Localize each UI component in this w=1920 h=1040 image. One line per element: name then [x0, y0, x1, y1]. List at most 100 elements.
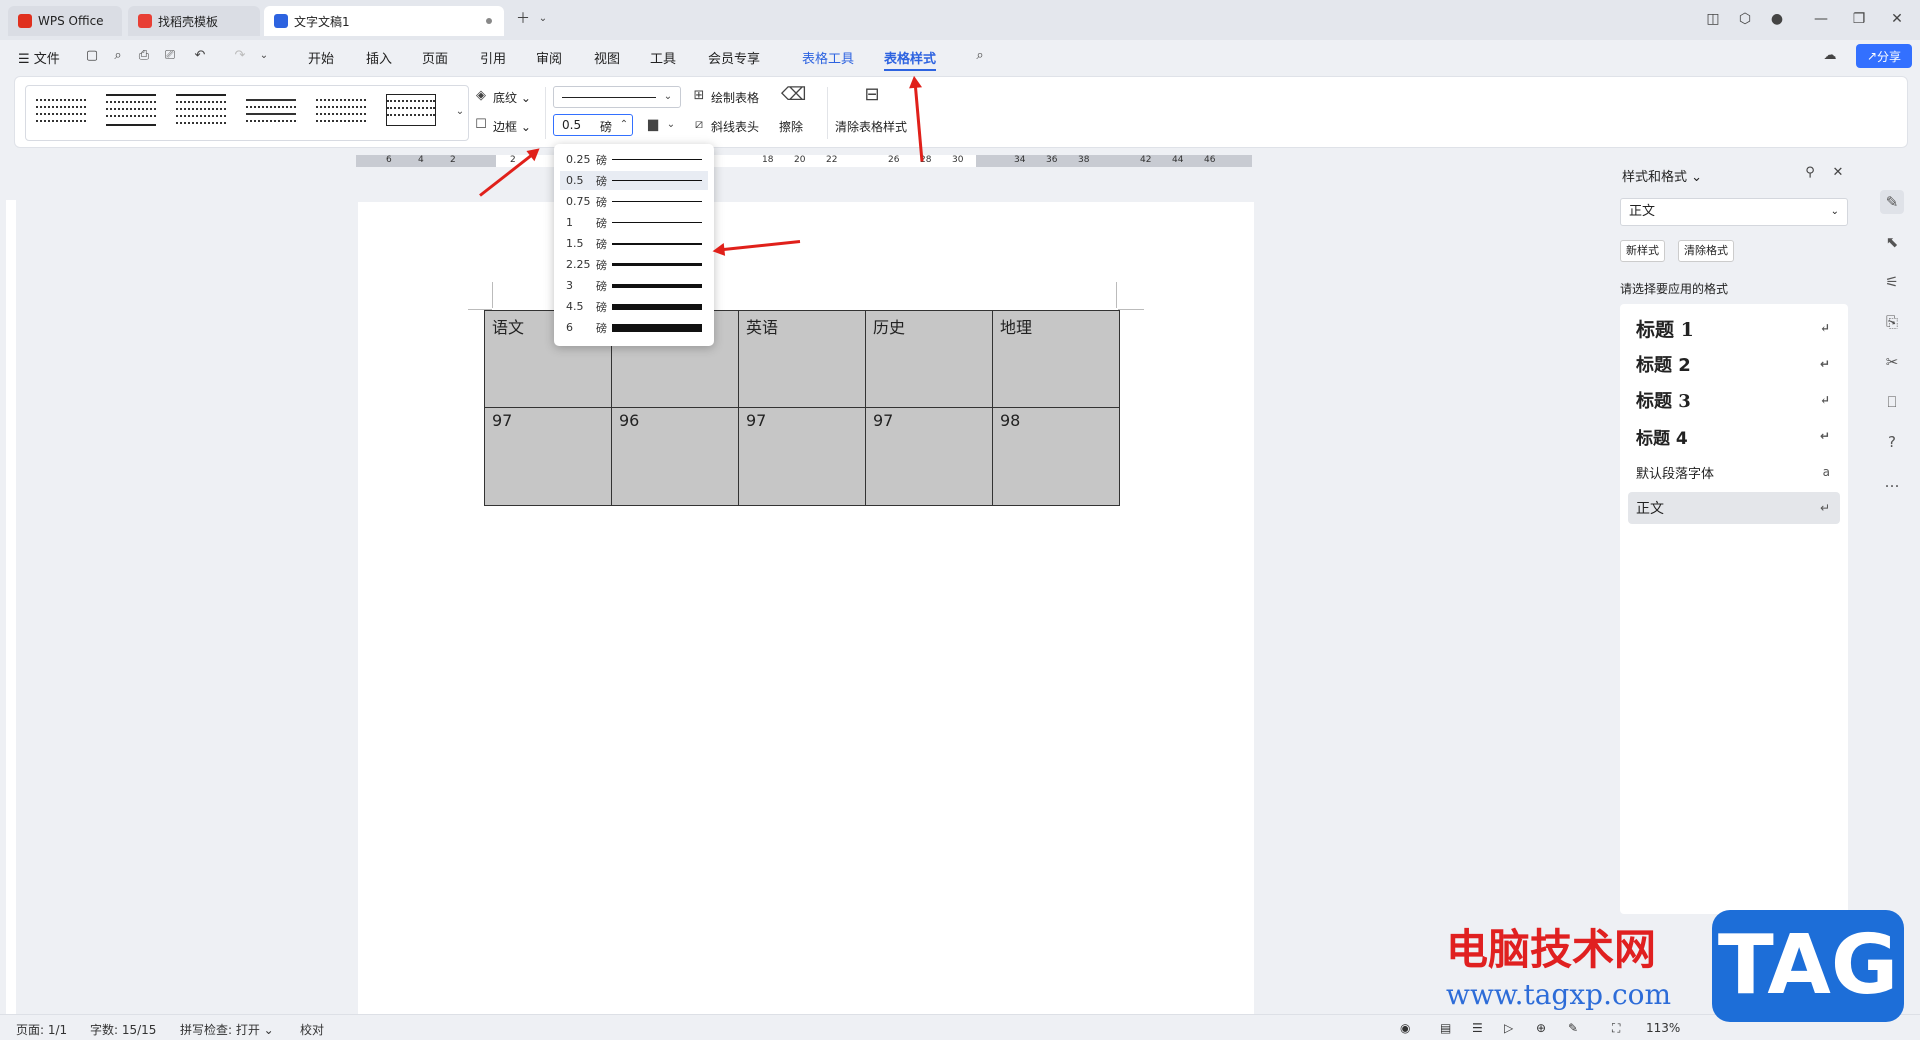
new-style-button[interactable]: 新样式	[1620, 240, 1665, 262]
search-icon[interactable]: ⌕	[972, 48, 988, 64]
close-window-icon[interactable]: ✕	[1888, 10, 1906, 28]
tools-icon[interactable]: ✂	[1880, 350, 1904, 374]
line-width-option[interactable]: 0.75 磅	[560, 192, 708, 211]
book-icon[interactable]: ⎕	[1880, 390, 1904, 414]
file-menu[interactable]: ☰ 文件	[18, 48, 60, 67]
avatar[interactable]: ●	[1768, 10, 1786, 28]
restore-icon[interactable]: ❐	[1850, 10, 1868, 28]
border-color-icon[interactable]: ▆	[645, 117, 661, 133]
table-style-gallery[interactable]: ⌄	[25, 85, 469, 141]
page-view-icon[interactable]: ▤	[1440, 1021, 1451, 1035]
format-painter-icon[interactable]: ⌕	[110, 48, 126, 64]
menu-view[interactable]: 视图	[594, 48, 620, 67]
style-body[interactable]: 正文 ↵	[1628, 492, 1840, 524]
tab-list-chevron-icon[interactable]: ⌄	[534, 10, 552, 28]
line-width-option[interactable]: 1磅	[560, 213, 708, 232]
line-width-option[interactable]: 4.5 磅	[560, 297, 708, 316]
style-heading-3[interactable]: 标题 3 ↵	[1628, 384, 1840, 416]
redo-icon[interactable]: ↷	[232, 48, 248, 64]
style-pen-icon[interactable]: ✎	[1880, 190, 1904, 214]
print-icon[interactable]: ⎙	[136, 48, 152, 64]
close-icon[interactable]: ✕	[1830, 165, 1846, 181]
table-cell[interactable]: 96	[611, 407, 739, 506]
undo-icon[interactable]: ↶	[192, 48, 208, 64]
menu-member[interactable]: 会员专享	[708, 48, 760, 67]
page-count[interactable]: 页面: 1/1	[16, 1021, 67, 1038]
save-icon[interactable]: ▢	[84, 48, 100, 64]
border-icon[interactable]: ☐	[473, 117, 489, 133]
clear-table-style-button[interactable]: 清除表格样式	[835, 118, 907, 135]
table-style-3[interactable]	[176, 94, 226, 126]
style-heading-1[interactable]: 标题 1 ↵	[1628, 312, 1840, 344]
line-width-option[interactable]: 0.5 磅	[560, 171, 708, 190]
zoom-level[interactable]: 113%	[1646, 1021, 1680, 1035]
cloud-icon[interactable]: ☁	[1822, 48, 1838, 64]
current-style-select[interactable]: 正文 ⌄	[1620, 198, 1848, 226]
menu-references[interactable]: 引用	[480, 48, 506, 67]
table-cell[interactable]: 历史	[865, 310, 993, 408]
clear-format-button[interactable]: 清除格式	[1678, 240, 1734, 262]
layout-icon[interactable]: ◫	[1704, 10, 1722, 28]
line-width-option[interactable]: 3磅	[560, 276, 708, 295]
translate-icon[interactable]: ⎘	[1880, 310, 1904, 334]
menu-tools[interactable]: 工具	[650, 48, 676, 67]
spell-check[interactable]: 拼写检查: 打开 ⌄	[180, 1021, 274, 1038]
line-width-option[interactable]: 2.25 磅	[560, 255, 708, 274]
web-view-icon[interactable]: ⊕	[1536, 1021, 1546, 1035]
table-cell[interactable]: 97	[484, 407, 612, 506]
help-icon[interactable]: ?	[1880, 430, 1904, 454]
proofread[interactable]: 校对	[300, 1021, 324, 1038]
word-count[interactable]: 字数: 15/15	[90, 1021, 156, 1038]
table-style-1[interactable]	[36, 94, 86, 126]
outline-view-icon[interactable]: ☰	[1472, 1021, 1483, 1035]
menu-start[interactable]: 开始	[308, 48, 334, 67]
table-cell[interactable]: 地理	[992, 310, 1120, 408]
shading-button[interactable]: 底纹 ⌄	[493, 89, 531, 106]
table-cell[interactable]: 98	[992, 407, 1120, 506]
tab-wps-office[interactable]: WPS Office	[8, 6, 122, 36]
menu-page[interactable]: 页面	[422, 48, 448, 67]
table-style-6[interactable]	[386, 94, 436, 126]
document-page[interactable]: 语文 英语 历史 地理 97 96 97 97 98	[358, 202, 1254, 1040]
play-icon[interactable]: ▷	[1504, 1021, 1513, 1035]
style-heading-2[interactable]: 标题 2 ↵	[1628, 348, 1840, 380]
print-preview-icon[interactable]: ⎚	[162, 48, 178, 64]
border-button[interactable]: 边框 ⌄	[493, 118, 531, 135]
fit-icon[interactable]: ⛶	[1612, 1021, 1620, 1036]
gallery-more-icon[interactable]: ⌄	[452, 104, 468, 120]
line-width-option[interactable]: 0.25 磅	[560, 150, 708, 169]
diagonal-header-icon[interactable]: ⧄	[691, 117, 707, 133]
menu-insert[interactable]: 插入	[366, 48, 392, 67]
menu-table-tools[interactable]: 表格工具	[802, 48, 854, 67]
clear-style-icon[interactable]: ⊟	[861, 86, 883, 109]
border-color-chevron-icon[interactable]: ⌄	[663, 117, 679, 133]
minimize-icon[interactable]: —	[1812, 10, 1830, 28]
draw-table-button[interactable]: 绘制表格	[711, 89, 759, 106]
tab-document[interactable]: 文字文稿1	[264, 6, 504, 36]
table-style-2[interactable]	[106, 94, 156, 126]
line-width-option[interactable]: 1.5 磅	[560, 234, 708, 253]
new-tab-plus-icon[interactable]: ＋	[514, 10, 532, 28]
diagonal-header-button[interactable]: 斜线表头	[711, 118, 759, 135]
shading-icon[interactable]: ◈	[473, 88, 489, 104]
pin-icon[interactable]: ⚲	[1802, 165, 1818, 181]
style-heading-4[interactable]: 标题 4 ↵	[1628, 420, 1840, 452]
adjust-icon[interactable]: ⚟	[1880, 270, 1904, 294]
line-width-option[interactable]: 6磅	[560, 318, 708, 337]
table-cell[interactable]: 97	[738, 407, 866, 506]
table-style-5[interactable]	[316, 94, 366, 126]
vertical-ruler[interactable]	[6, 200, 16, 1020]
tab-docer[interactable]: 找稻壳模板	[128, 6, 260, 36]
eye-icon[interactable]: ◉	[1400, 1021, 1410, 1035]
quick-access-chevron-icon[interactable]: ⌄	[256, 48, 272, 64]
style-default-paragraph-font[interactable]: 默认段落字体 a	[1628, 456, 1840, 488]
share-button[interactable]: ↗ 分享	[1856, 44, 1912, 68]
styles-pane-title[interactable]: 样式和格式 ⌄	[1622, 166, 1702, 185]
line-style-select[interactable]: ⌄	[553, 86, 681, 108]
draw-table-icon[interactable]: ⊞	[691, 88, 707, 104]
more-icon[interactable]: …	[1880, 470, 1904, 494]
pen-icon[interactable]: ✎	[1568, 1021, 1578, 1035]
cube-icon[interactable]: ⬡	[1736, 10, 1754, 28]
line-width-input[interactable]: 0.5 磅 ⌃	[553, 114, 633, 136]
table-cell[interactable]: 英语	[738, 310, 866, 408]
